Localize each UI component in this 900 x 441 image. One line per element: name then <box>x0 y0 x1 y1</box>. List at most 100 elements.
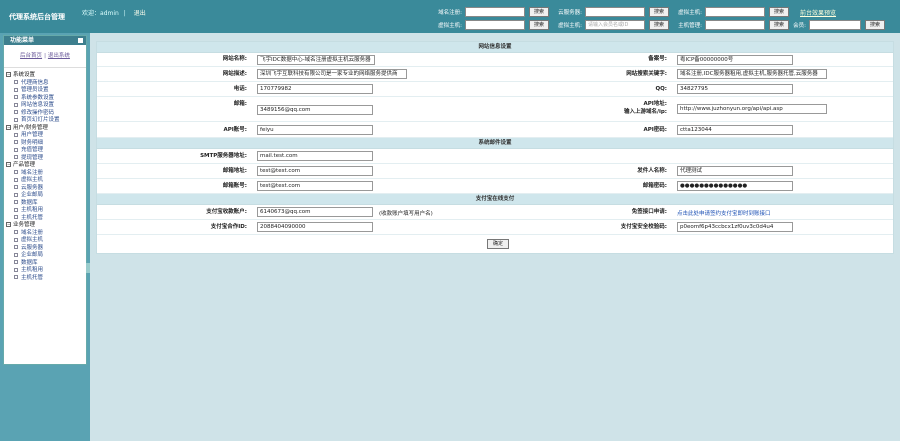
menu-group-label: 业务管理 <box>13 222 36 228</box>
menu-group[interactable]: − 用户/财务管理 <box>6 124 86 133</box>
menu-item[interactable]: 云服务器 <box>6 185 86 193</box>
menu-item-label: 提现管理 <box>21 154 44 161</box>
search-form-vhost: 虚拟主机: 搜索 <box>430 20 550 30</box>
menu-group-label: 用户/财务管理 <box>13 124 48 131</box>
expand-toggle-icon[interactable]: − <box>6 72 11 77</box>
search-input[interactable]: 请输入会员名或ID <box>585 20 645 30</box>
page-icon <box>14 155 18 159</box>
site-name-input[interactable]: 飞宇IDC数据中心-域名注册虚拟主机云服务器 <box>257 55 375 65</box>
page-icon <box>14 185 18 189</box>
partner-id-input[interactable]: 2088404090000 <box>257 222 373 232</box>
page-icon <box>14 117 18 122</box>
menu-item[interactable]: 域名注册 <box>6 170 86 178</box>
menu-item[interactable]: 云服务器 <box>6 245 86 253</box>
expand-toggle-icon[interactable]: − <box>6 124 11 130</box>
page-icon <box>14 177 18 182</box>
site-desc-input[interactable]: 深圳飞宇互联科技有限公司是一家专业的网络服务提供商 <box>257 69 407 79</box>
menu-item-label: 数据库 <box>21 259 38 266</box>
keywords-input[interactable]: 域名注册,IDC服务器租用,虚拟主机,服务器托管,云服务器 <box>677 69 827 79</box>
mail-password-input[interactable]: ●●●●●●●●●●●●●● <box>677 181 793 191</box>
mail-account-input[interactable]: test@test.com <box>257 181 373 191</box>
submit-button[interactable]: 确定 <box>487 239 510 249</box>
menu-item[interactable]: 数据库 <box>6 260 86 268</box>
smtp-input[interactable]: mail.test.com <box>257 151 373 161</box>
expand-toggle-icon[interactable]: − <box>6 162 11 167</box>
alipay-account-input[interactable]: 6140673@qq.com <box>257 207 373 217</box>
menu-item[interactable]: 主机托管 <box>6 275 86 283</box>
search-input[interactable] <box>705 20 765 30</box>
search-input[interactable] <box>585 7 645 17</box>
search-button[interactable]: 搜索 <box>529 7 550 17</box>
search-input[interactable] <box>465 7 525 17</box>
tel-input[interactable]: 170779982 <box>257 84 373 94</box>
menu-item[interactable]: 系统参数设置 <box>6 95 86 103</box>
menu-group[interactable]: − 系统设置 <box>6 72 86 80</box>
site-name-label: 网站名称: <box>222 56 247 62</box>
api-password-input[interactable]: ctta123044 <box>677 125 793 135</box>
search-button[interactable]: 搜索 <box>649 20 670 30</box>
page-icon <box>14 215 18 219</box>
mail-address-input[interactable]: test@test.com <box>257 166 373 176</box>
api-url-label: API地址: <box>643 101 667 107</box>
menu-item[interactable]: 用户管理 <box>6 132 86 140</box>
menu-item[interactable]: 提现管理 <box>6 155 86 163</box>
menu-item[interactable]: 虚拟主机 <box>6 237 86 245</box>
menu-item-label: 主机托管 <box>21 214 44 221</box>
menu-item[interactable]: 财务明细 <box>6 140 86 148</box>
search-input[interactable] <box>809 20 861 30</box>
menu-item[interactable]: 首页幻灯片设置 <box>6 117 86 125</box>
search-input[interactable] <box>705 7 765 17</box>
menu-item[interactable]: 数据库 <box>6 200 86 208</box>
search-form-vhost2: 虚拟主机: 请输入会员名或ID 搜索 <box>550 20 670 30</box>
menu-item[interactable]: 企业邮局 <box>6 252 86 260</box>
page-icon <box>14 260 18 264</box>
menu-group[interactable]: − 产品管理 <box>6 162 86 170</box>
search-input[interactable] <box>465 20 525 30</box>
search-button[interactable]: 搜索 <box>649 7 670 17</box>
menu-item[interactable]: 虚拟主机 <box>6 177 86 185</box>
form-row: SMTP服务器地址: mail.test.com <box>97 149 893 164</box>
api-account-input[interactable]: feiyu <box>257 125 373 135</box>
menu-item-label: 充值管理 <box>21 147 44 153</box>
email-input[interactable]: 3489156@qq.com <box>257 105 373 115</box>
page-icon <box>14 132 18 137</box>
qq-input[interactable]: 34827795 <box>677 84 793 94</box>
search-label: 虚拟主机: <box>678 10 702 16</box>
search-form-host: 虚拟主机: 搜索 <box>670 7 790 17</box>
sender-name-input[interactable]: 代理测试 <box>677 166 793 176</box>
apply-link[interactable]: 点击此处申请签约支付宝即时到账接口 <box>677 209 771 217</box>
menu-item[interactable]: 企业邮局 <box>6 192 86 200</box>
search-button[interactable]: 搜索 <box>865 20 886 30</box>
menu-item[interactable]: 域名注册 <box>6 230 86 238</box>
menu-item[interactable]: 主机租用 <box>6 267 86 275</box>
front-preview-link[interactable]: 前台效果预览 <box>800 8 836 17</box>
security-key-input[interactable]: p0eomf6p43ccbcx1zf0uv3c0d4u4 <box>677 222 793 232</box>
menu-item-label: 修改操作密码 <box>21 109 55 116</box>
search-button[interactable]: 搜索 <box>529 20 550 30</box>
logout-link[interactable]: 退出 <box>134 10 146 17</box>
menu-item[interactable]: 主机租用 <box>6 207 86 215</box>
home-link[interactable]: 后台首页 <box>20 53 42 59</box>
collapse-icon[interactable] <box>78 38 83 43</box>
username: admin <box>100 10 119 17</box>
icp-input[interactable]: 粤ICP备00000000号 <box>677 55 793 65</box>
search-label: 会员: <box>793 23 806 29</box>
main-content: 网站信息设置 网站名称: 飞宇IDC数据中心-域名注册虚拟主机云服务器 备案号:… <box>96 41 894 254</box>
mail-password-label: 邮箱密码: <box>642 183 667 189</box>
form-row: 网站描述: 深圳飞宇互联科技有限公司是一家专业的网络服务提供商 网站搜索关键字:… <box>97 67 893 82</box>
menu-item[interactable]: 充值管理 <box>6 147 86 155</box>
menu-item[interactable]: 代理商信息 <box>6 80 86 88</box>
menu-item-label: 财务明细 <box>21 139 44 146</box>
api-url-input[interactable]: http://www.juzhonyun.org/api/api.asp <box>677 104 827 114</box>
menu-item[interactable]: 主机托管 <box>6 215 86 223</box>
menu-item[interactable]: 网站信息设置 <box>6 102 86 110</box>
menu-item[interactable]: 管理员设置 <box>6 87 86 95</box>
expand-toggle-icon[interactable]: − <box>6 222 11 227</box>
exit-link[interactable]: 退出系统 <box>48 53 70 59</box>
menu-group[interactable]: − 业务管理 <box>6 222 86 230</box>
menu-item[interactable]: 修改操作密码 <box>6 110 86 118</box>
search-button[interactable]: 搜索 <box>769 7 790 17</box>
sidebar-toggle-handle[interactable] <box>86 263 90 273</box>
menu-item-label: 管理员设置 <box>21 87 49 93</box>
menu-tree: − 系统设置 代理商信息 管理员设置系统参数设置 网站信息设置 修改操作密码 首页幻灯片设置… <box>4 68 86 282</box>
